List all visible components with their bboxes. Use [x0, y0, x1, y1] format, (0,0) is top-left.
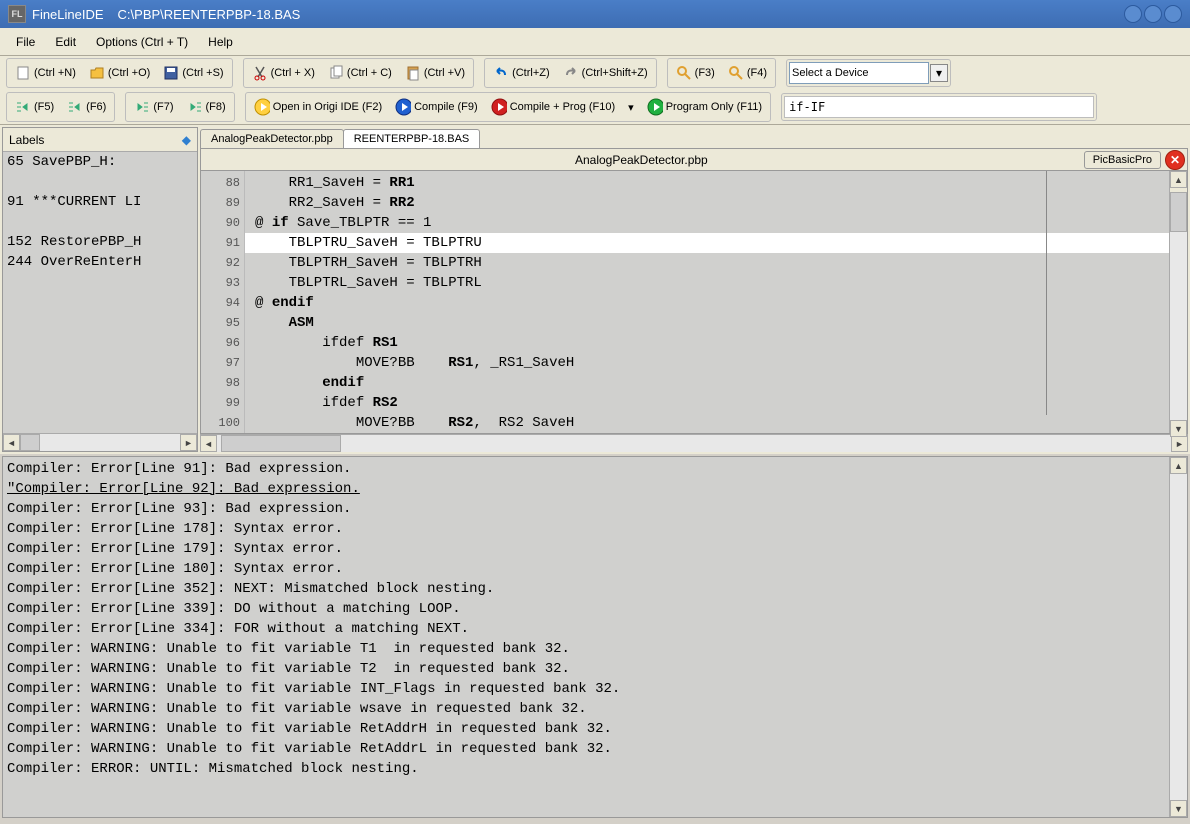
output-content[interactable]: Compiler: Error[Line 91]: Bad expression… — [3, 457, 1169, 817]
menu-help[interactable]: Help — [198, 31, 243, 53]
play-red-icon — [491, 99, 507, 115]
copy-button[interactable]: (Ctrl + C) — [322, 61, 398, 85]
toolbar-row-1: (Ctrl +N) (Ctrl +O) (Ctrl +S) (Ctrl + X)… — [0, 56, 1190, 90]
findnext-button[interactable]: (F4) — [722, 61, 773, 85]
minimize-button[interactable] — [1124, 5, 1142, 23]
device-select[interactable] — [789, 62, 929, 84]
file-path: C:\PBP\REENTERPBP-18.BAS — [118, 7, 301, 22]
menu-edit[interactable]: Edit — [45, 31, 86, 53]
indent-f6-button[interactable]: (F6) — [61, 95, 112, 119]
labels-list[interactable]: 65 SavePBP_H: 91 ***CURRENT LI 152 Resto… — [3, 152, 197, 433]
play-green-icon — [647, 99, 663, 115]
scroll-up-icon[interactable]: ▲ — [1170, 171, 1187, 188]
search-icon — [676, 65, 692, 81]
editor-hscroll[interactable]: ◄ ► — [200, 434, 1188, 452]
scroll-down-icon[interactable]: ▼ — [1170, 420, 1187, 437]
program-only-button[interactable]: Program Only (F11) — [641, 95, 768, 119]
titlebar: FL FineLineIDE C:\PBP\REENTERPBP-18.BAS — [0, 0, 1190, 28]
compile-prog-dropdown[interactable]: ▾ — [622, 95, 640, 119]
snippet-field[interactable] — [784, 96, 1094, 118]
save-icon — [163, 65, 179, 81]
tab-analogpeak[interactable]: AnalogPeakDetector.pbp — [200, 129, 344, 148]
editor-file-title: AnalogPeakDetector.pbp — [201, 153, 1082, 167]
indent-f5-button[interactable]: (F5) — [9, 95, 60, 119]
window-controls — [1124, 5, 1182, 23]
line-gutter: 888990919293949596979899100 — [201, 171, 245, 433]
copy-icon — [328, 65, 344, 81]
cut-icon — [252, 65, 268, 81]
compile-button[interactable]: Compile (F9) — [389, 95, 484, 119]
editor-tabs: AnalogPeakDetector.pbp REENTERPBP-18.BAS — [200, 127, 1188, 148]
diamond-icon: ◆ — [182, 133, 191, 147]
new-file-icon — [15, 65, 31, 81]
output-panel: Compiler: Error[Line 91]: Bad expression… — [2, 456, 1188, 818]
open-ide-button[interactable]: Open in Origi IDE (F2) — [248, 95, 388, 119]
maximize-button[interactable] — [1144, 5, 1162, 23]
scroll-left-icon[interactable]: ◄ — [3, 434, 20, 451]
undo-button[interactable]: (Ctrl+Z) — [487, 61, 556, 85]
labels-header[interactable]: Labels ◆ — [3, 128, 197, 152]
code-area[interactable]: RR1_SaveH = RR1 RR2_SaveH = RR2@ if Save… — [245, 171, 1169, 433]
indent-left-icon — [134, 99, 150, 115]
scroll-right-icon[interactable]: ► — [180, 434, 197, 451]
save-button[interactable]: (Ctrl +S) — [157, 61, 229, 85]
chevron-down-icon: ▾ — [628, 101, 634, 114]
outdent-f7-button[interactable]: (F7) — [128, 95, 179, 119]
editor-header: AnalogPeakDetector.pbp PicBasicPro ✕ — [200, 148, 1188, 171]
editor-vscroll[interactable]: ▲ ▼ — [1169, 171, 1187, 433]
play-blue-icon — [395, 99, 411, 115]
editor-panel: AnalogPeakDetector.pbp REENTERPBP-18.BAS… — [200, 127, 1188, 452]
compile-prog-button[interactable]: Compile + Prog (F10) — [485, 95, 621, 119]
close-window-button[interactable] — [1164, 5, 1182, 23]
scroll-right-icon[interactable]: ► — [1171, 435, 1188, 452]
redo-button[interactable]: (Ctrl+Shift+Z) — [557, 61, 654, 85]
indent-right-icon — [67, 99, 83, 115]
language-badge[interactable]: PicBasicPro — [1084, 151, 1161, 169]
close-file-button[interactable]: ✕ — [1165, 150, 1185, 170]
scroll-up-icon[interactable]: ▲ — [1170, 457, 1187, 474]
labels-title: Labels — [9, 133, 44, 147]
search-next-icon — [728, 65, 744, 81]
find-button[interactable]: (F3) — [670, 61, 721, 85]
redo-icon — [563, 65, 579, 81]
cut-button[interactable]: (Ctrl + X) — [246, 61, 321, 85]
paste-button[interactable]: (Ctrl +V) — [399, 61, 471, 85]
folder-open-icon — [89, 65, 105, 81]
output-vscroll[interactable]: ▲ ▼ — [1169, 457, 1187, 817]
print-margin — [1046, 171, 1047, 415]
scroll-left-icon[interactable]: ◄ — [200, 435, 217, 452]
labels-hscroll[interactable]: ◄ ► — [3, 433, 197, 451]
indent-right-icon — [15, 99, 31, 115]
outdent-f8-button[interactable]: (F8) — [181, 95, 232, 119]
paste-icon — [405, 65, 421, 81]
tab-reenterpbp[interactable]: REENTERPBP-18.BAS — [343, 129, 481, 148]
new-button[interactable]: (Ctrl +N) — [9, 61, 82, 85]
labels-panel: Labels ◆ 65 SavePBP_H: 91 ***CURRENT LI … — [2, 127, 198, 452]
open-button[interactable]: (Ctrl +O) — [83, 61, 156, 85]
toolbar-row-2: (F5) (F6) (F7) (F8) Open in Origi IDE (F… — [0, 90, 1190, 124]
undo-icon — [493, 65, 509, 81]
menu-options[interactable]: Options (Ctrl + T) — [86, 31, 198, 53]
indent-left-icon — [187, 99, 203, 115]
play-yellow-icon — [254, 99, 270, 115]
menu-file[interactable]: File — [6, 31, 45, 53]
scroll-down-icon[interactable]: ▼ — [1170, 800, 1187, 817]
device-dropdown-arrow[interactable]: ▾ — [930, 64, 948, 82]
menubar: File Edit Options (Ctrl + T) Help — [0, 28, 1190, 56]
toolbars: (Ctrl +N) (Ctrl +O) (Ctrl +S) (Ctrl + X)… — [0, 56, 1190, 125]
main-area: Labels ◆ 65 SavePBP_H: 91 ***CURRENT LI … — [0, 125, 1190, 454]
editor-body: 888990919293949596979899100 RR1_SaveH = … — [200, 171, 1188, 434]
app-name: FineLineIDE — [32, 7, 104, 22]
app-icon: FL — [8, 5, 26, 23]
